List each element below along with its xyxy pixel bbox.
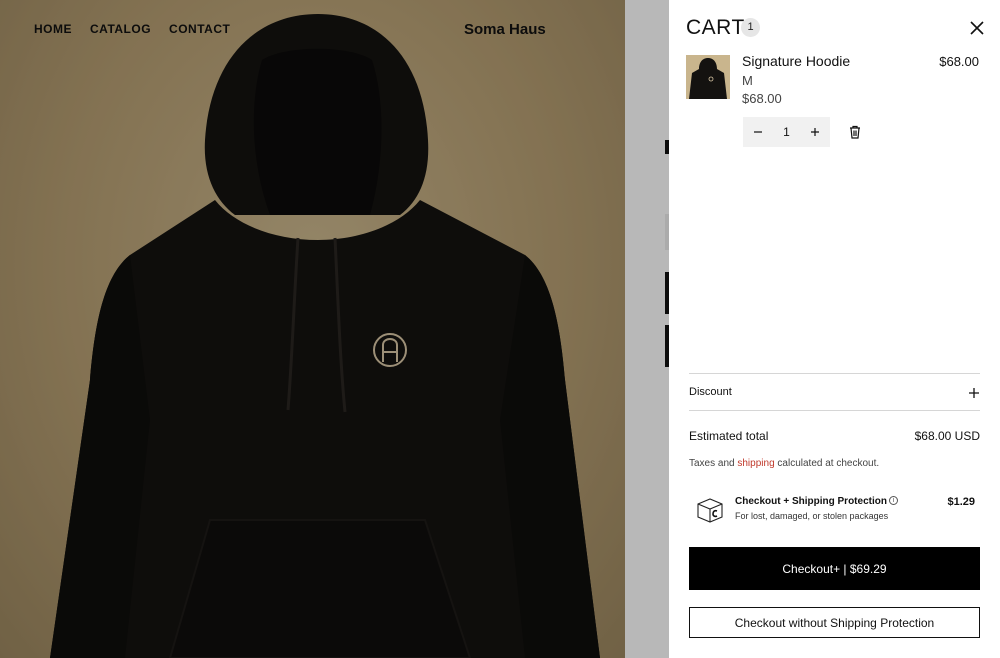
checkout-without-protection-button[interactable]: Checkout without Shipping Protection	[689, 607, 980, 638]
estimated-total-value: $68.00 USD	[914, 429, 980, 443]
shipping-link[interactable]: shipping	[737, 458, 774, 469]
shipping-protection-title-text: Checkout + Shipping Protection	[735, 496, 887, 507]
divider	[689, 410, 980, 411]
cart-drawer: CART 1 Signature Hoodie $68.00 M $68.00 …	[669, 0, 1000, 658]
shipping-protection-price: $1.29	[947, 496, 975, 508]
tax-note-text: Taxes and	[689, 458, 738, 469]
divider	[689, 373, 980, 374]
cart-item-variant: M	[742, 73, 753, 88]
tax-note: Taxes and shipping calculated at checkou…	[689, 458, 879, 469]
cart-item-thumbnail[interactable]	[686, 55, 730, 99]
estimated-total-label: Estimated total	[689, 429, 769, 443]
cart-count-badge: 1	[741, 18, 760, 37]
trash-icon[interactable]	[848, 125, 862, 139]
cart-item-name[interactable]: Signature Hoodie	[742, 53, 850, 69]
package-icon	[695, 495, 725, 525]
cart-title: CART	[686, 16, 745, 39]
tax-note-text-end: calculated at checkout.	[774, 458, 880, 469]
close-icon[interactable]	[969, 20, 985, 36]
cart-item-unit-price: $68.00	[742, 91, 782, 106]
discount-toggle[interactable]: Discount	[689, 375, 980, 410]
plus-icon	[968, 386, 980, 398]
checkout-plus-button[interactable]: Checkout+ | $69.29	[689, 547, 980, 590]
shipping-protection-subtitle: For lost, damaged, or stolen packages	[735, 511, 889, 521]
shipping-protection-title: Checkout + Shipping Protection i	[735, 496, 898, 507]
cart-item-line-price: $68.00	[939, 54, 979, 69]
minus-icon[interactable]	[743, 117, 773, 147]
discount-label: Discount	[689, 386, 732, 398]
quantity-input[interactable]: 1	[773, 125, 800, 139]
info-icon[interactable]: i	[888, 496, 898, 505]
plus-icon[interactable]	[800, 117, 830, 147]
quantity-stepper: 1	[743, 117, 830, 147]
